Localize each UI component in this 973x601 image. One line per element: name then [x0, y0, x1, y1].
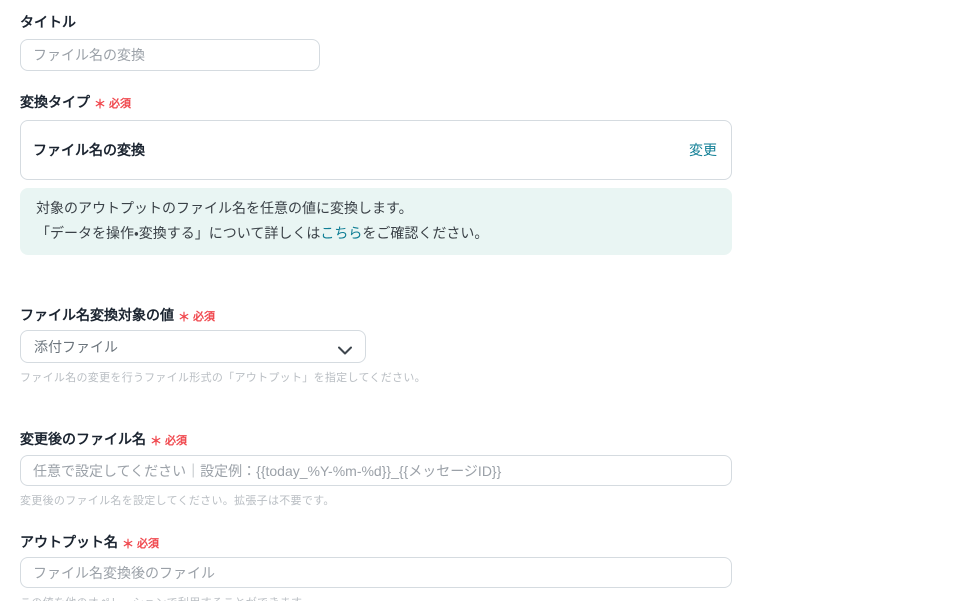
required-badge: ＊ 必須: [150, 433, 187, 448]
required-badge: ＊ 必須: [94, 96, 131, 111]
output-name-helper: この値を他のオペレーションで利用することができます。: [20, 594, 752, 601]
required-text: 必須: [109, 98, 132, 110]
required-asterisk: ＊: [94, 97, 107, 111]
required-badge: ＊ 必須: [122, 536, 159, 551]
output-name-input[interactable]: [20, 557, 732, 588]
conversion-type-label: 変換タイプ ＊ 必須: [20, 95, 752, 111]
target-value-label: ファイル名変換対象の値 ＊ 必須: [20, 308, 752, 324]
output-name-label-text: アウトプット名: [20, 534, 118, 550]
title-input[interactable]: [20, 39, 320, 71]
required-text: 必須: [193, 311, 216, 323]
target-value-label-text: ファイル名変換対象の値: [20, 307, 174, 323]
conversion-type-label-text: 変換タイプ: [20, 94, 90, 110]
info-line-2: 「データを操作・変換する」について詳しくはこちらをご確認ください。: [36, 223, 716, 244]
required-text: 必須: [137, 538, 160, 550]
change-link[interactable]: 変更: [689, 140, 717, 160]
required-asterisk: ＊: [150, 434, 163, 448]
required-badge: ＊ 必須: [178, 309, 215, 324]
new-filename-label-text: 変更後のファイル名: [20, 431, 146, 447]
output-name-label: アウトプット名 ＊ 必須: [20, 535, 752, 551]
info-line-2-suffix: をご確認ください。: [362, 225, 489, 241]
new-filename-label: 変更後のファイル名 ＊ 必須: [20, 432, 752, 448]
chevron-down-icon: [338, 342, 352, 355]
target-value-helper: ファイル名の変更を行うファイル形式の「アウトプット」を指定してください。: [20, 372, 426, 384]
conversion-type-card: ファイル名の変換 変更: [20, 120, 732, 180]
kochira-link[interactable]: こちら: [320, 225, 362, 241]
conversion-type-value: ファイル名の変換: [33, 142, 145, 158]
operation-settings-form: タイトル 変換タイプ ＊ 必須 ファイル名の変換 変更 対象のアウトプットのファ…: [0, 0, 752, 601]
info-line-2-prefix: 「データを操作・変換する」について詳しくは: [36, 225, 321, 241]
new-filename-helper: 変更後のファイル名を設定してください。拡張子は不要です。: [20, 495, 335, 507]
required-asterisk: ＊: [178, 310, 191, 324]
title-label-text: タイトル: [20, 14, 76, 30]
info-line-1: 対象のアウトプットのファイル名を任意の値に変換します。: [36, 200, 413, 216]
target-value-selected: 添付ファイル: [34, 338, 118, 355]
title-label: タイトル: [20, 15, 752, 29]
conversion-type-info-box: 対象のアウトプットのファイル名を任意の値に変換します。 「データを操作・変換する…: [20, 188, 732, 255]
new-filename-input[interactable]: [20, 455, 732, 486]
required-asterisk: ＊: [122, 537, 135, 551]
required-text: 必須: [165, 435, 188, 447]
target-value-select[interactable]: 添付ファイル: [20, 330, 366, 363]
